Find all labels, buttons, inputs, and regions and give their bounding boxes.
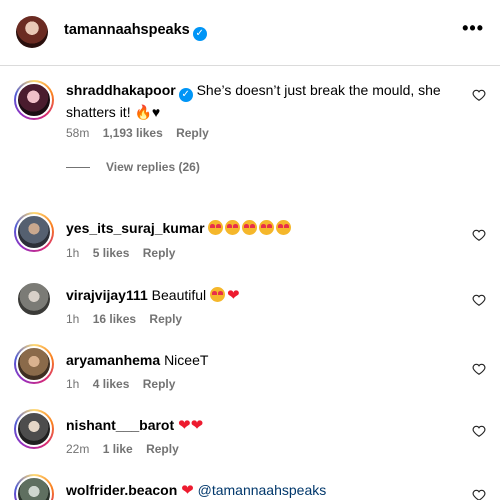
heart-outline-icon[interactable] xyxy=(472,88,486,102)
comment-time: 58m xyxy=(66,126,90,140)
comment-username[interactable]: yes_its_suraj_kumar xyxy=(66,220,205,236)
comment-likes[interactable]: 1 like xyxy=(103,442,133,456)
comment-username[interactable]: shraddhakapoor xyxy=(66,82,176,98)
heart-outline-icon[interactable] xyxy=(472,293,486,307)
comment-meta: 1h 4 likes Reply xyxy=(66,377,185,391)
comment-likes[interactable]: 4 likes xyxy=(93,377,130,391)
red-heart-emoji: ❤ xyxy=(178,417,191,434)
post-header: tamannaahspeaks ✓ ••• xyxy=(0,0,500,66)
verified-badge-icon: ✓ xyxy=(178,88,193,102)
comment-meta: 22m 1 like Reply xyxy=(66,442,189,456)
comment-username[interactable]: wolfrider.beacon xyxy=(66,482,177,498)
avatar[interactable] xyxy=(14,80,54,120)
avatar[interactable] xyxy=(14,212,54,252)
comment-meta: 58m 1,193 likes Reply xyxy=(66,126,219,140)
comment-likes[interactable]: 16 likes xyxy=(93,312,136,326)
red-heart-emoji: ❤ xyxy=(181,482,194,499)
avatar[interactable] xyxy=(16,16,48,48)
reply-button[interactable]: Reply xyxy=(176,126,209,140)
comment-username[interactable]: aryamanhema xyxy=(66,352,160,368)
black-heart-emoji: ♥ xyxy=(151,104,161,120)
avatar[interactable] xyxy=(14,409,54,449)
comment-text: Beautiful xyxy=(151,287,207,303)
comment-time: 22m xyxy=(66,442,90,456)
heart-outline-icon[interactable] xyxy=(472,424,486,438)
reply-button[interactable]: Reply xyxy=(146,442,179,456)
heart-outline-icon[interactable] xyxy=(472,228,486,242)
post-username[interactable]: tamannaahspeaks ✓ xyxy=(64,22,207,41)
reply-button[interactable]: Reply xyxy=(149,312,182,326)
comment-likes[interactable]: 1,193 likes xyxy=(103,126,163,140)
heart-outline-icon[interactable] xyxy=(472,362,486,376)
reply-button[interactable]: Reply xyxy=(143,377,176,391)
red-heart-emoji: ❤ xyxy=(227,287,240,304)
fire-emoji: 🔥 xyxy=(134,104,152,120)
comment-likes[interactable]: 5 likes xyxy=(93,246,130,260)
mention-link[interactable]: @tamannaahspeaks xyxy=(198,482,327,498)
comment-username[interactable]: virajvijay111 xyxy=(66,287,148,303)
red-heart-emoji: ❤ xyxy=(190,417,204,434)
view-replies-button[interactable]: View replies (26) xyxy=(66,160,200,174)
comment-time: 1h xyxy=(66,246,80,260)
avatar[interactable] xyxy=(14,474,54,500)
heart-eyes-emoji xyxy=(210,287,227,303)
comment-username[interactable]: nishant___barot xyxy=(66,417,174,433)
comment-meta: 1h 16 likes Reply xyxy=(66,312,192,326)
more-options-icon[interactable]: ••• xyxy=(462,18,484,39)
comment-text: NiceeT xyxy=(164,352,209,368)
verified-badge-icon: ✓ xyxy=(192,27,207,41)
avatar[interactable] xyxy=(14,279,54,319)
reply-button[interactable]: Reply xyxy=(143,246,176,260)
heart-eyes-emoji xyxy=(208,220,293,236)
heart-outline-icon[interactable] xyxy=(472,488,486,500)
avatar[interactable] xyxy=(14,344,54,384)
comment-time: 1h xyxy=(66,377,80,391)
comment-meta: 1h 5 likes Reply xyxy=(66,246,185,260)
comment-time: 1h xyxy=(66,312,80,326)
